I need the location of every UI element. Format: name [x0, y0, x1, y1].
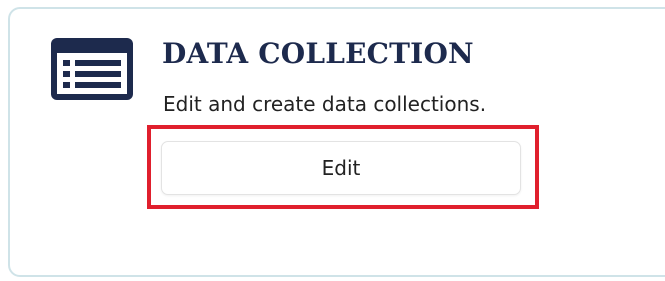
card-description: Edit and create data collections.: [163, 92, 487, 116]
card-title: DATA COLLECTION: [162, 37, 474, 70]
list-window-icon: [51, 38, 133, 100]
edit-button[interactable]: Edit: [161, 141, 521, 195]
